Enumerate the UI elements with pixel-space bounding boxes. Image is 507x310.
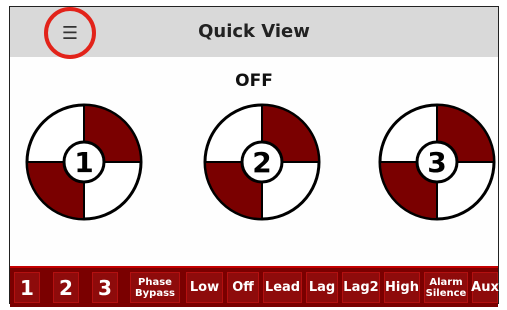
low-button[interactable]: Low (186, 272, 223, 303)
unit-3-dial[interactable]: 3 (377, 102, 497, 222)
unit-2-dial[interactable]: 2 (202, 102, 322, 222)
lag2-button[interactable]: Lag2 (342, 272, 380, 303)
aux-button[interactable]: Aux (471, 272, 499, 303)
lag-button[interactable]: Lag (306, 272, 338, 303)
unit-3-label: 3 (427, 146, 446, 179)
unit-2-label: 2 (252, 146, 271, 179)
high-button[interactable]: High (384, 272, 420, 303)
bottom-button-bar: 1 2 3 Phase Bypass Low Off Lead Lag Lag2… (10, 266, 499, 307)
alarm-silence-button[interactable]: Alarm Silence (424, 272, 468, 303)
unit-3-button[interactable]: 3 (92, 272, 118, 303)
system-status: OFF (235, 71, 273, 91)
unit-1-dial[interactable]: 1 (24, 102, 144, 222)
unit-1-label: 1 (74, 146, 93, 179)
page-title: Quick View (198, 21, 310, 42)
unit-1-button[interactable]: 1 (14, 272, 40, 303)
unit-2-button[interactable]: 2 (53, 272, 79, 303)
off-button[interactable]: Off (227, 272, 259, 303)
phase-bypass-button[interactable]: Phase Bypass (130, 272, 180, 303)
quick-view-screen: ☰ Quick View OFF 1 2 3 1 2 3 Phase Bypas… (9, 6, 499, 307)
lead-button[interactable]: Lead (263, 272, 302, 303)
header-bar: ☰ Quick View (10, 7, 498, 59)
